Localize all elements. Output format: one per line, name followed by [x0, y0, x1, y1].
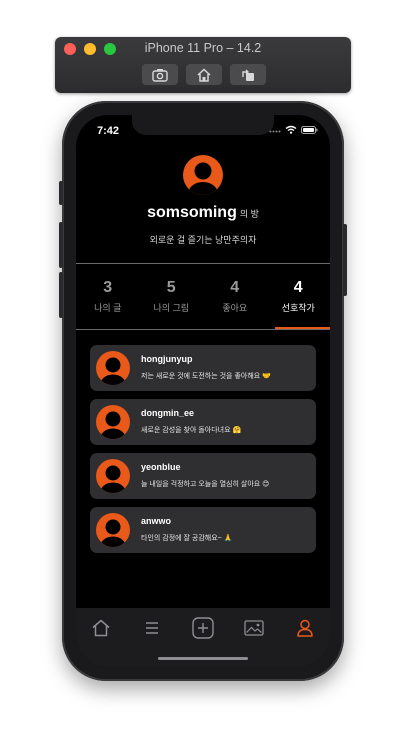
nav-gallery[interactable] — [242, 617, 266, 639]
tab-my-drawings[interactable]: 5 나의 그림 — [140, 277, 204, 329]
home-icon — [197, 67, 211, 82]
artist-message: 새로운 감성을 찾아 돌아다녀요 🤗 — [141, 427, 242, 434]
tab-count: 4 — [230, 279, 240, 296]
notch — [132, 115, 274, 135]
cellular-icon — [269, 130, 281, 132]
tab-my-posts[interactable]: 3 나의 글 — [76, 277, 140, 329]
screenshot-button[interactable] — [142, 64, 178, 85]
volume-down-button — [59, 272, 63, 318]
artist-username: yeonblue — [141, 462, 181, 472]
artist-card[interactable]: hongjunyup 저는 새로운 것에 도전하는 것을 좋아해요 🤝 — [90, 345, 316, 391]
artist-card[interactable]: dongmin_ee 새로운 감성을 찾아 돌아다녀요 🤗 — [90, 399, 316, 445]
tab-favorite-artists[interactable]: 4 선호작가 — [267, 277, 330, 329]
person-icon — [100, 411, 126, 439]
rotate-icon — [242, 69, 254, 81]
profile-name: somsoming — [147, 204, 237, 221]
artist-card[interactable]: yeonblue 늘 내일을 걱정하고 오늘을 열심히 살아요 😊 — [90, 453, 316, 499]
rotate-button[interactable] — [230, 64, 266, 85]
avatar — [96, 405, 130, 439]
nav-home[interactable] — [89, 617, 113, 639]
menu-icon — [146, 622, 158, 634]
profile-name-suffix: 의 방 — [239, 209, 259, 219]
artist-username: dongmin_ee — [141, 408, 195, 418]
add-icon — [192, 617, 214, 639]
artist-username: anwwo — [141, 516, 172, 526]
mute-switch — [59, 181, 63, 205]
tab-likes[interactable]: 4 좋아요 — [203, 277, 267, 329]
status-icons — [269, 125, 318, 134]
artist-message: 저는 새로운 것에 도전하는 것을 좋아해요 🤝 — [141, 373, 271, 380]
nav-menu[interactable] — [140, 617, 164, 639]
tab-label: 나의 글 — [94, 303, 122, 313]
gallery-icon — [244, 620, 264, 636]
status-time: 7:42 — [97, 125, 120, 137]
artist-username: hongjunyup — [141, 354, 193, 364]
tab-label: 선호작가 — [281, 303, 315, 313]
top-divider — [76, 263, 330, 264]
tab-count: 4 — [293, 279, 303, 296]
profile-avatar[interactable] — [183, 155, 223, 195]
tab-label: 좋아요 — [222, 303, 248, 313]
profile-icon — [297, 619, 313, 637]
simulator-title: iPhone 11 Pro – 14.2 — [144, 41, 262, 55]
screenshot-icon — [152, 68, 168, 82]
tab-count: 5 — [166, 279, 176, 296]
app-screen: 7:42 somsoming 의 방 외로운 걸 즐기는 낭만주의자 3 나의 글… — [76, 115, 330, 667]
profile-tabs: 3 나의 글 5 나의 그림 4 좋아요 4 선호작가 — [76, 277, 330, 329]
volume-up-button — [59, 222, 63, 268]
power-button — [343, 224, 347, 296]
artist-message: 늘 내일을 걱정하고 오늘을 열심히 살아요 😊 — [141, 481, 270, 488]
tab-label: 나의 그림 — [153, 303, 190, 313]
artist-card[interactable]: anwwo 타인의 감정에 잘 공감해요~ 🙏 — [90, 507, 316, 553]
home-icon — [92, 619, 110, 637]
profile-bio: 외로운 걸 즐기는 낭만주의자 — [149, 235, 257, 245]
tab-count: 3 — [103, 279, 113, 296]
simulator-toolbar: iPhone 11 Pro – 14.2 — [55, 37, 351, 93]
person-icon — [100, 519, 126, 547]
avatar — [96, 351, 130, 385]
artist-message: 타인의 감정에 잘 공감해요~ 🙏 — [141, 535, 233, 542]
person-icon — [100, 465, 126, 493]
nav-profile[interactable] — [293, 617, 317, 639]
home-button[interactable] — [186, 64, 222, 85]
avatar — [96, 459, 130, 493]
tabs-divider — [76, 329, 330, 330]
wifi-icon — [285, 125, 297, 134]
profile-title: somsoming 의 방 — [76, 204, 330, 222]
avatar — [96, 513, 130, 547]
battery-icon — [301, 125, 318, 134]
person-icon — [100, 357, 126, 385]
person-icon — [188, 162, 218, 195]
nav-add[interactable] — [191, 617, 215, 639]
home-indicator[interactable] — [158, 657, 248, 660]
